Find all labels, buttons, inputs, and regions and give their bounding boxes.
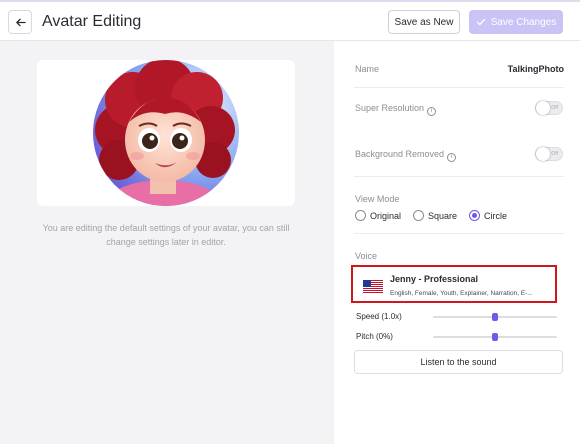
- voice-selector[interactable]: Jenny - Professional English, Female, Yo…: [351, 265, 557, 303]
- super-resolution-toggle[interactable]: Off: [535, 101, 563, 115]
- save-as-new-button[interactable]: Save as New: [388, 10, 460, 34]
- view-mode-original[interactable]: Original: [355, 210, 401, 221]
- divider: [354, 233, 564, 234]
- us-flag-icon: [363, 280, 383, 293]
- save-changes-button[interactable]: Save Changes: [469, 10, 563, 34]
- check-icon: [476, 18, 485, 26]
- toggle-knob: [536, 147, 550, 161]
- view-mode-radio-group: Original Square Circle: [355, 210, 507, 221]
- settings-pane: Name TalkingPhoto Super Resolution i Off …: [334, 41, 580, 444]
- speed-slider[interactable]: [433, 313, 557, 321]
- divider: [354, 87, 564, 88]
- name-value[interactable]: TalkingPhoto: [508, 64, 564, 74]
- view-mode-label-original: Original: [370, 210, 402, 221]
- voice-label: Voice: [355, 251, 378, 261]
- slider-thumb[interactable]: [492, 313, 498, 321]
- save-changes-label: Save Changes: [490, 16, 557, 28]
- info-icon[interactable]: i: [427, 106, 437, 116]
- toggle-off-text: Off: [551, 105, 558, 111]
- background-removed-row: Background Removed i: [355, 149, 457, 162]
- background-removed-label: Background Removed: [355, 149, 445, 159]
- back-button[interactable]: [8, 10, 32, 34]
- background-removed-toggle[interactable]: Off: [535, 147, 563, 161]
- voice-name: Jenny - Professional: [390, 274, 479, 284]
- slider-thumb[interactable]: [492, 333, 498, 341]
- view-mode-circle[interactable]: Circle: [469, 210, 507, 221]
- listen-button[interactable]: Listen to the sound: [354, 350, 563, 374]
- editing-hint-text: You are editing the default settings of …: [42, 223, 290, 247]
- pitch-label: Pitch (0%): [356, 332, 393, 341]
- info-icon[interactable]: i: [447, 152, 457, 162]
- divider: [354, 176, 564, 177]
- view-mode-label-circle: Circle: [484, 210, 508, 221]
- radio-button[interactable]: [413, 210, 425, 221]
- super-resolution-row: Super Resolution i: [355, 103, 437, 116]
- top-bar: Avatar Editing Save as New Save Changes: [0, 0, 580, 41]
- preview-pane: You are editing the default settings of …: [0, 41, 334, 444]
- radio-button[interactable]: [355, 210, 366, 221]
- avatar-preview-card: [37, 60, 295, 206]
- name-label: Name: [355, 64, 380, 74]
- speed-label: Speed (1.0x): [356, 312, 402, 321]
- radio-button-selected[interactable]: [469, 210, 481, 221]
- view-mode-square[interactable]: Square: [413, 210, 457, 221]
- avatar-image: [93, 60, 239, 206]
- view-mode-label-square: Square: [428, 210, 458, 221]
- arrow-left-icon: [15, 18, 26, 26]
- view-mode-label: View Mode: [355, 194, 400, 204]
- super-resolution-label: Super Resolution: [355, 103, 425, 113]
- toggle-knob: [536, 101, 550, 115]
- pitch-slider[interactable]: [433, 333, 557, 341]
- toggle-off-text: Off: [551, 151, 558, 157]
- voice-description: English, Female, Youth, Explainer, Narra…: [390, 290, 533, 297]
- page-title: Avatar Editing: [42, 13, 142, 30]
